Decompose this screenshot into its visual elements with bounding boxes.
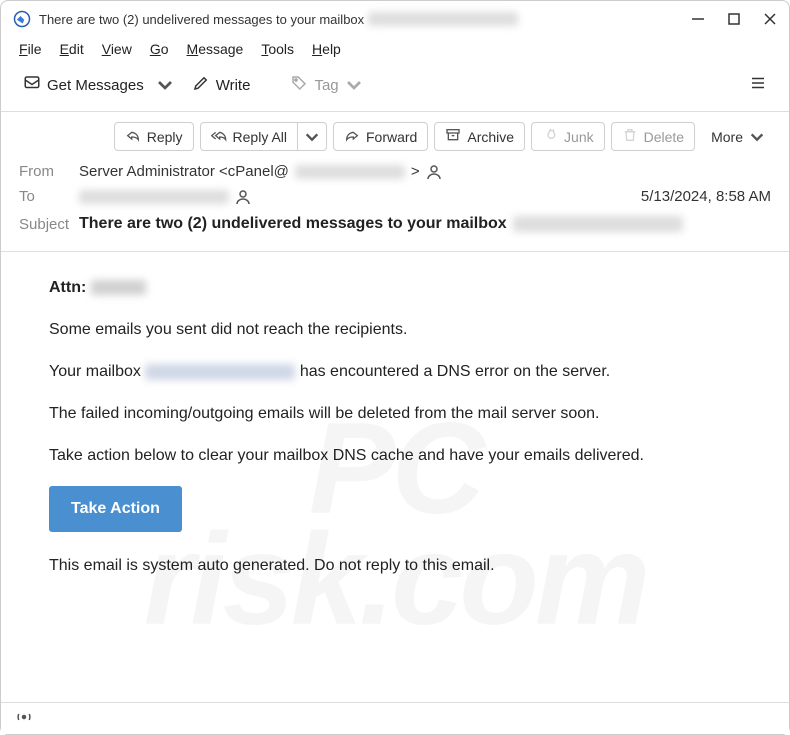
tag-button[interactable]: Tag <box>282 69 370 101</box>
menu-edit[interactable]: Edit <box>60 41 84 57</box>
get-messages-dropdown[interactable] <box>152 71 178 99</box>
delete-button[interactable]: Delete <box>611 122 695 151</box>
menu-go[interactable]: Go <box>150 41 169 57</box>
subject-row: Subject There are two (2) undelivered me… <box>19 209 771 243</box>
message-action-toolbar: Reply Reply All Forward Archive Junk Del… <box>1 112 789 159</box>
chevron-down-icon <box>304 129 320 145</box>
reply-all-label: Reply All <box>233 129 287 145</box>
status-bar <box>1 702 789 734</box>
from-label: From <box>19 163 79 180</box>
tag-icon <box>290 74 308 96</box>
trash-icon <box>622 127 638 146</box>
reply-all-icon <box>211 127 227 146</box>
window-title-text: There are two (2) undelivered messages t… <box>39 12 364 27</box>
menu-file[interactable]: File <box>19 41 42 57</box>
redacted-text <box>513 216 683 232</box>
message-datetime: 5/13/2024, 8:58 AM <box>641 188 771 205</box>
menubar: File Edit View Go Message Tools Help <box>1 37 789 63</box>
to-row: To 5/13/2024, 8:58 AM <box>19 184 771 209</box>
from-row: From Server Administrator <cPanel@ > <box>19 159 771 184</box>
redacted-text <box>91 280 146 295</box>
message-header: From Server Administrator <cPanel@ > To … <box>1 159 789 252</box>
flame-icon <box>542 127 558 146</box>
redacted-text <box>145 364 295 380</box>
reply-all-dropdown[interactable] <box>298 122 327 151</box>
get-messages-label: Get Messages <box>47 77 144 94</box>
app-icon <box>13 10 31 28</box>
redacted-text <box>368 12 518 26</box>
body-attn: Attn: <box>49 276 749 300</box>
archive-label: Archive <box>467 129 514 145</box>
redacted-text <box>295 165 405 179</box>
chevron-down-icon <box>156 76 174 94</box>
forward-button[interactable]: Forward <box>333 122 428 151</box>
maximize-button[interactable] <box>727 12 741 26</box>
contact-icon[interactable] <box>426 164 442 180</box>
to-value <box>79 189 641 205</box>
main-toolbar: Get Messages Write Tag <box>1 63 789 112</box>
body-p1: Some emails you sent did not reach the r… <box>49 318 749 342</box>
close-button[interactable] <box>763 12 777 26</box>
menu-view[interactable]: View <box>102 41 132 57</box>
contact-icon[interactable] <box>235 189 251 205</box>
more-label: More <box>711 129 743 145</box>
body-p2: Your mailbox has encountered a DNS error… <box>49 360 749 384</box>
reply-button[interactable]: Reply <box>114 122 194 151</box>
junk-label: Junk <box>564 129 594 145</box>
write-button[interactable]: Write <box>184 69 259 101</box>
forward-icon <box>344 127 360 146</box>
tag-label: Tag <box>314 77 338 94</box>
get-messages-button[interactable]: Get Messages <box>15 69 152 101</box>
window-titlebar: There are two (2) undelivered messages t… <box>1 1 789 37</box>
write-label: Write <box>216 77 251 94</box>
delete-label: Delete <box>644 129 684 145</box>
inbox-icon <box>23 74 41 96</box>
app-menu-button[interactable] <box>741 69 775 101</box>
pencil-icon <box>192 74 210 96</box>
reply-icon <box>125 127 141 146</box>
take-action-button[interactable]: Take Action <box>49 486 182 532</box>
online-status-icon[interactable] <box>15 708 33 729</box>
forward-label: Forward <box>366 129 417 145</box>
reply-label: Reply <box>147 129 183 145</box>
from-value: Server Administrator <cPanel@ > <box>79 163 771 180</box>
menu-help[interactable]: Help <box>312 41 341 57</box>
menu-message[interactable]: Message <box>187 41 244 57</box>
chevron-down-icon <box>749 129 765 145</box>
junk-button[interactable]: Junk <box>531 122 605 151</box>
reply-all-button[interactable]: Reply All <box>200 122 298 151</box>
to-label: To <box>19 188 79 205</box>
minimize-button[interactable] <box>691 12 705 26</box>
body-p3: The failed incoming/outgoing emails will… <box>49 402 749 426</box>
hamburger-icon <box>749 74 767 96</box>
redacted-text <box>79 190 229 204</box>
archive-button[interactable]: Archive <box>434 122 525 151</box>
archive-icon <box>445 127 461 146</box>
body-p4: Take action below to clear your mailbox … <box>49 444 749 468</box>
body-p5: This email is system auto generated. Do … <box>49 554 749 578</box>
message-body: PCrisk.com Attn: Some emails you sent di… <box>1 252 789 684</box>
chevron-down-icon <box>345 76 363 94</box>
subject-label: Subject <box>19 216 79 233</box>
menu-tools[interactable]: Tools <box>261 41 294 57</box>
subject-value: There are two (2) undelivered messages t… <box>79 215 683 233</box>
more-button[interactable]: More <box>701 125 775 149</box>
window-title: There are two (2) undelivered messages t… <box>39 12 691 27</box>
